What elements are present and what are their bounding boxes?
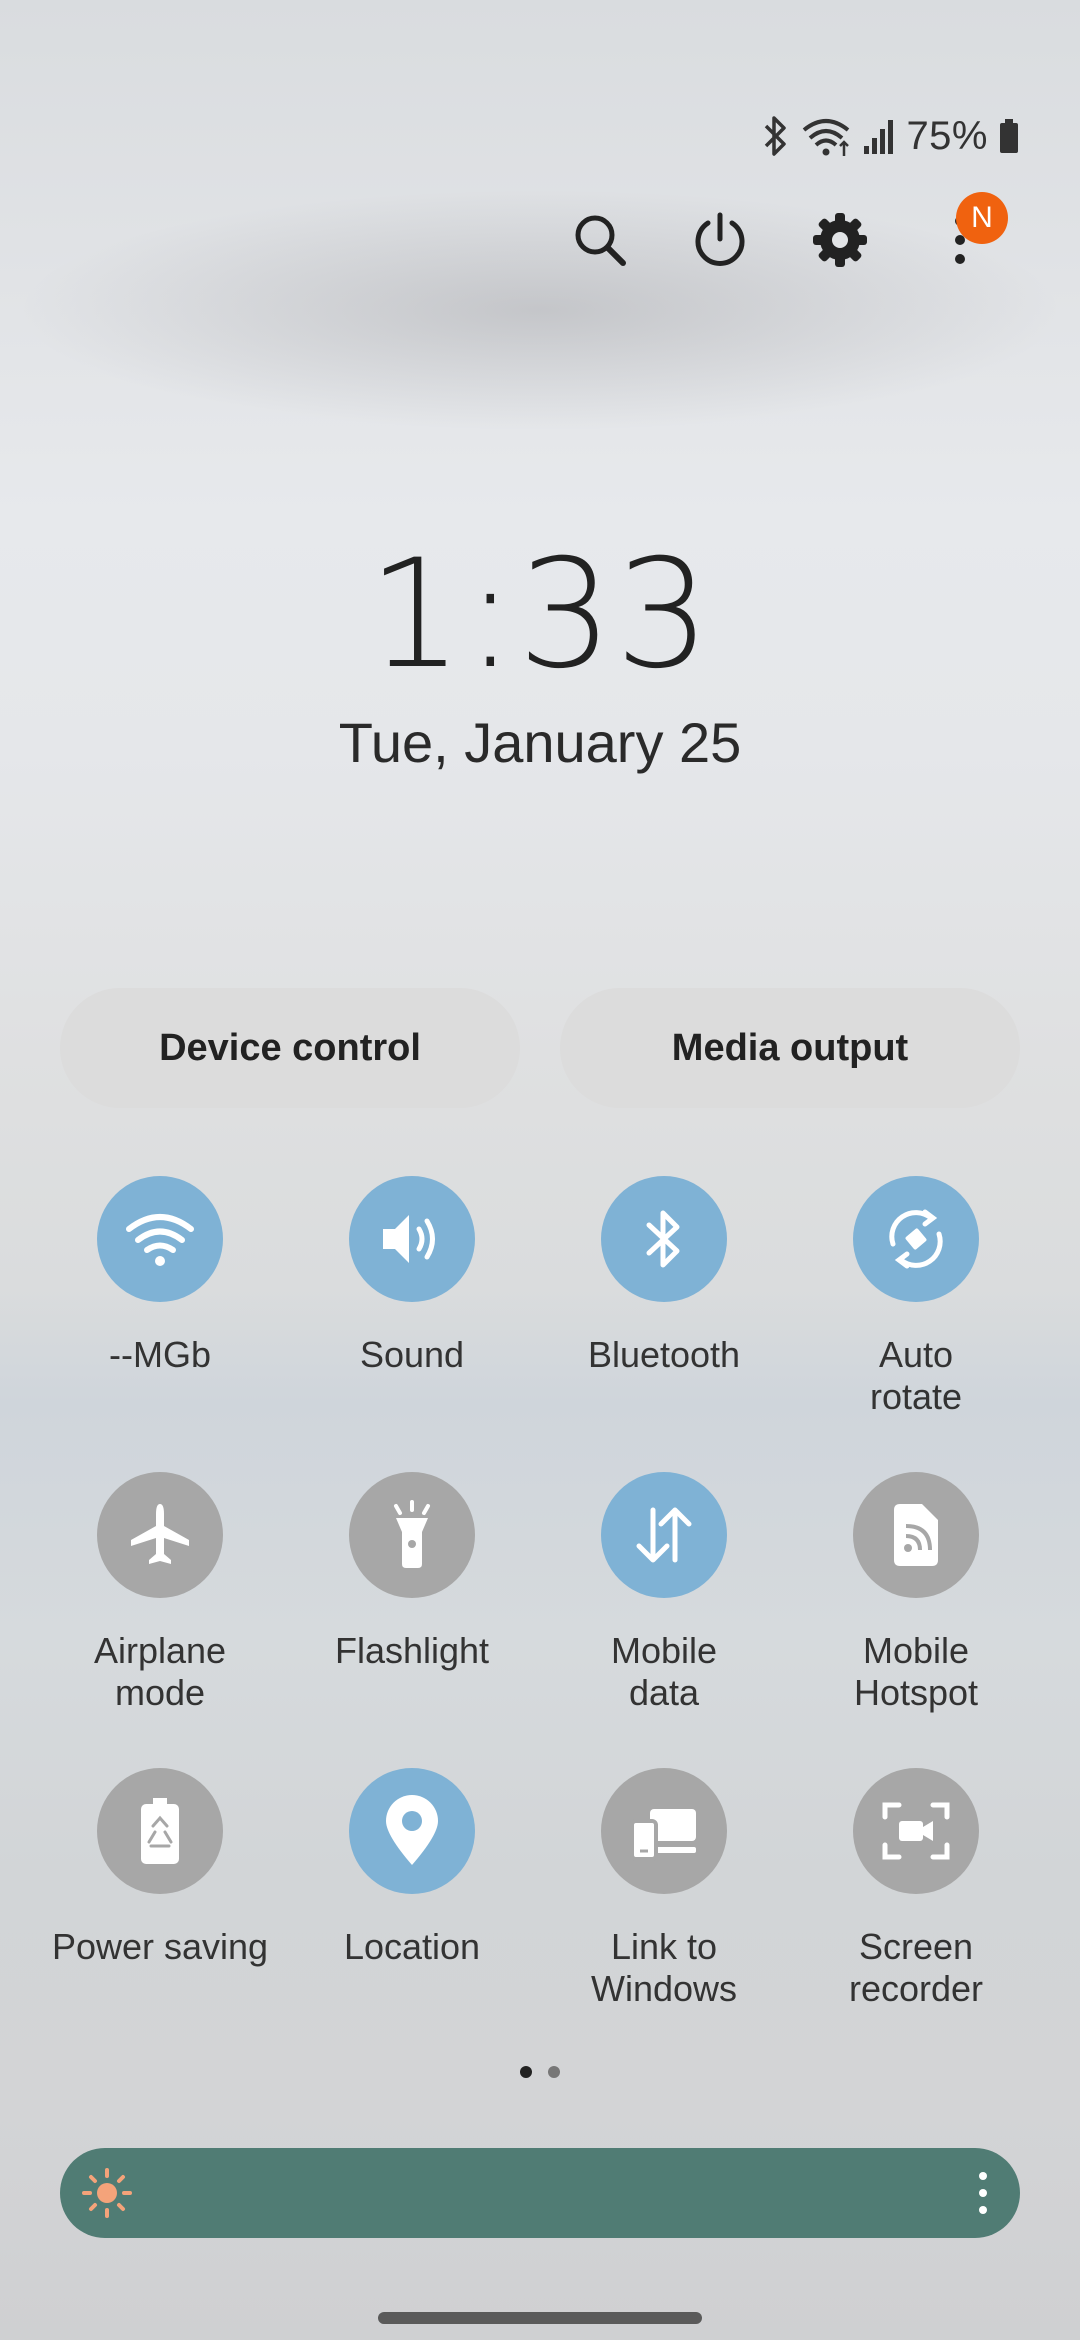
tile-link-to-windows[interactable]: Link to Windows: [538, 1768, 790, 2010]
tile-airplane-mode[interactable]: Airplane mode: [34, 1472, 286, 1714]
wifi-icon: [800, 114, 852, 158]
device-control-button[interactable]: Device control: [60, 988, 520, 1108]
home-indicator[interactable]: [378, 2312, 702, 2324]
settings-button[interactable]: [808, 208, 872, 272]
power-button[interactable]: [688, 208, 752, 272]
tile-mobile-data[interactable]: Mobile data: [538, 1472, 790, 1714]
tile-label: Airplane mode: [93, 1630, 227, 1713]
tile-auto-rotate[interactable]: Auto rotate: [790, 1176, 1042, 1418]
tile-label: Sound: [359, 1334, 465, 1375]
tile-label: --MGb: [109, 1334, 211, 1375]
signal-icon: [862, 116, 896, 156]
bluetooth-icon[interactable]: [601, 1176, 727, 1302]
tile-label: Link to Windows: [590, 1926, 738, 2009]
battery-percentage: 75%: [906, 113, 988, 158]
media-output-button[interactable]: Media output: [560, 988, 1020, 1108]
location-icon[interactable]: [349, 1768, 475, 1894]
battery-icon: [998, 118, 1020, 154]
settings-icon: [813, 213, 867, 267]
tile-power-saving[interactable]: Power saving: [34, 1768, 286, 1968]
auto-rotate-icon[interactable]: [853, 1176, 979, 1302]
more-options-icon[interactable]: [976, 2168, 990, 2223]
tile-label: Screen recorder: [848, 1926, 984, 2009]
tile-label: Mobile Hotspot: [853, 1630, 979, 1713]
tile-flashlight[interactable]: Flashlight: [286, 1472, 538, 1672]
page-dot-current: [520, 2066, 532, 2078]
brightness-slider[interactable]: [60, 2148, 1020, 2238]
tile-label: Power saving: [51, 1926, 269, 1967]
tile-screen-recorder[interactable]: Screen recorder: [790, 1768, 1042, 2010]
power-icon: [695, 212, 745, 266]
bluetooth-icon: [760, 114, 790, 158]
tile-label: Mobile data: [610, 1630, 718, 1713]
flashlight-icon[interactable]: [349, 1472, 475, 1598]
search-button[interactable]: [568, 208, 632, 272]
tile-wifi[interactable]: --MGb: [34, 1176, 286, 1376]
status-bar: 75%: [760, 112, 1020, 160]
notification-badge: N: [956, 192, 1008, 244]
sound-icon[interactable]: [349, 1176, 475, 1302]
tile-location[interactable]: Location: [286, 1768, 538, 1968]
tile-mobile-hotspot[interactable]: Mobile Hotspot: [790, 1472, 1042, 1714]
hotspot-icon[interactable]: [853, 1472, 979, 1598]
tile-label: Auto rotate: [869, 1334, 963, 1417]
screen-recorder-icon[interactable]: [853, 1768, 979, 1894]
tile-label: Location: [343, 1926, 481, 1967]
wifi-icon[interactable]: [97, 1176, 223, 1302]
quick-panel-actions: [0, 208, 1080, 272]
mobile-data-icon[interactable]: [601, 1472, 727, 1598]
clock-time[interactable]: 1:33: [0, 540, 1080, 690]
brightness-sun-icon: [80, 2166, 134, 2225]
airplane-icon[interactable]: [97, 1472, 223, 1598]
page-indicator: [520, 2066, 560, 2078]
clock-date[interactable]: Tue, January 25: [0, 710, 1080, 775]
page-dot: [548, 2066, 560, 2078]
tile-label: Bluetooth: [587, 1334, 741, 1375]
link-to-windows-icon[interactable]: [601, 1768, 727, 1894]
tile-bluetooth[interactable]: Bluetooth: [538, 1176, 790, 1376]
tile-sound[interactable]: Sound: [286, 1176, 538, 1376]
tile-label: Flashlight: [334, 1630, 490, 1671]
power-saving-icon[interactable]: [97, 1768, 223, 1894]
search-icon: [575, 215, 626, 266]
